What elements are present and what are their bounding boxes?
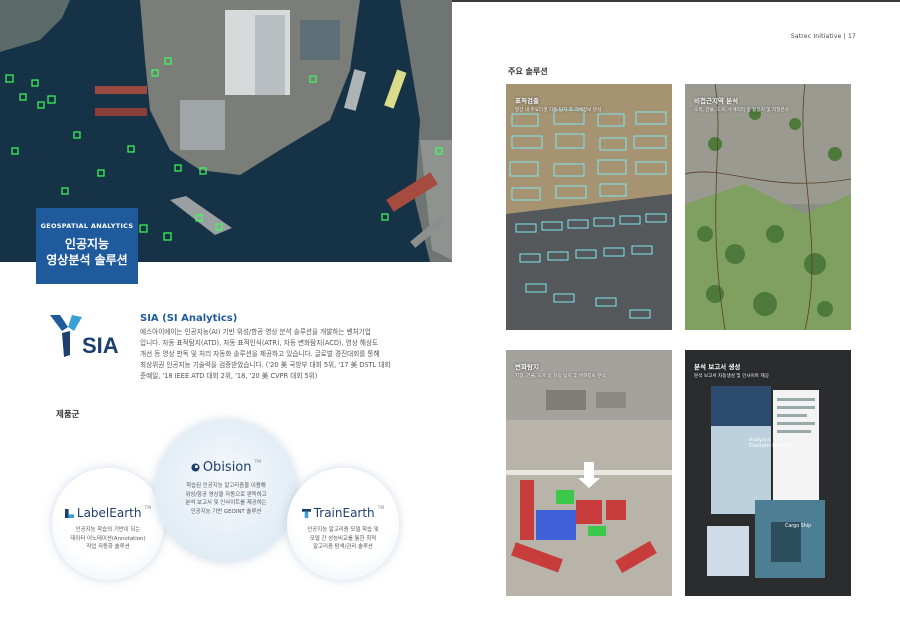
obision-icon	[191, 463, 200, 472]
product-description-line: 작업 자동화 솔루션	[86, 544, 130, 550]
tile-title: 표적검출	[515, 97, 539, 105]
product-description: 학습된 인공지능 알고리즘을 이용해 위성/항공 영상을 자동으로 판독하고 분…	[172, 482, 280, 516]
company-description-line: 개선 등 영상 판독 및 처리 자동화 솔루션을 제공하고 있습니다. 글로벌 …	[140, 350, 380, 358]
report-title-line2: Custom Report	[749, 443, 791, 449]
cargo-label: Cargo Ship	[785, 524, 812, 529]
report-cover-title: Analytics Custom Report	[749, 438, 791, 449]
trademark: TM	[144, 506, 152, 511]
labelearth-icon	[64, 508, 74, 518]
company-description: 에스아이에이는 인공지능(AI) 기반 위성/항공 영상 분석 솔루션을 개발하…	[140, 327, 410, 382]
product-description-line: 인공지능 알고리즘 모델 학습 및	[307, 527, 379, 533]
tile-title: 비접근지역 분석	[694, 97, 739, 105]
product-name: Obision	[202, 460, 252, 475]
badge-title: 인공지능 영상분석 솔루션	[36, 236, 138, 268]
product-description-line: 모델 간 성능비교를 통한 최적	[309, 535, 377, 542]
left-page: GEOSPATIAL ANALYTICS 인공지능 영상분석 솔루션 SIA S…	[0, 0, 452, 640]
tile-subtitle: 분석 보고서 자동생성 및 인사이트 제공	[694, 374, 769, 379]
tile-subtitle: 초목, 건물, 도로, 수계지역 등 활용지 및 지형분석	[694, 108, 789, 113]
section-title: 주요 솔루션	[508, 67, 548, 76]
product-description-line: 데이터 어노테이션(Annotation)	[70, 535, 146, 542]
tile-caption: 분석 보고서 생성 분석 보고서 자동생성 및 인사이트 제공	[694, 361, 769, 379]
company-description-line: 입니다. 자동 표적탐지(ATD), 자동 표적인식(ATR), 자동 변화탐지…	[140, 339, 379, 347]
product-description: 인공지능 알고리즘 모델 학습 및 모델 간 성능비교를 통한 최적 알고리즘 …	[300, 526, 386, 552]
product-description-line: 위성/항공 영상을 자동으로 판독하고	[185, 491, 267, 498]
product-name: LabelEarth	[76, 506, 142, 520]
sia-logo: SIA	[50, 315, 119, 358]
company-description-line: 에스아이에이는 인공지능(AI) 기반 위성/항공 영상 분석 솔루션을 개발하…	[140, 328, 371, 336]
running-head: Satrec Initiative | 17	[790, 33, 856, 40]
product-name: TrainEarth	[313, 506, 375, 520]
badge-title-line1: 인공지능	[64, 237, 110, 251]
product-obision: Obision TM 학습된 인공지능 알고리즘을 이용해 위성/항공 영상을 …	[155, 420, 297, 562]
tile-subtitle: 영상 내 주요타겟 자동 탐지 후 객체정보 분석	[515, 108, 602, 113]
products-heading: 제품군	[56, 410, 80, 420]
trademark: TM	[377, 506, 385, 511]
right-page: Satrec Initiative | 17 주요 솔루션 표적검출 영상 내 …	[452, 0, 900, 640]
sia-logo-text: SIA	[82, 333, 119, 358]
product-name-row: TrainEarth TM	[287, 506, 399, 520]
solution-tile-change-detection: 변화탐지 지형, 건물, 도로 등 자동 탐지 후 변화정보 분석	[506, 350, 672, 596]
product-name-row: Obision TM	[155, 460, 297, 475]
badge-kicker: GEOSPATIAL ANALYTICS	[40, 222, 134, 230]
terrain-image	[685, 84, 851, 330]
product-trainearth: TrainEarth TM 인공지능 알고리즘 모델 학습 및 모델 간 성능비…	[287, 468, 399, 580]
trainearth-icon	[301, 508, 311, 518]
company-description-line: 최상위권 인공지능 기술력을 검증받았습니다. ('20 美 국방부 대회 5위…	[140, 361, 391, 369]
tile-title: 변화탐지	[515, 363, 539, 371]
product-description-line: 알고리즘 탐색/관리 솔루션	[313, 544, 373, 550]
product-description-line: 분석 보고서 및 인사이트를 제공하는	[185, 500, 267, 506]
solution-tile-target-detection: 표적검출 영상 내 주요타겟 자동 탐지 후 객체정보 분석	[506, 84, 672, 330]
parking-lot-image	[506, 84, 672, 330]
solution-tile-denied-area: 비접근지역 분석 초목, 건물, 도로, 수계지역 등 활용지 및 지형분석	[685, 84, 851, 330]
tile-title: 분석 보고서 생성	[694, 363, 741, 371]
tile-caption: 비접근지역 분석 초목, 건물, 도로, 수계지역 등 활용지 및 지형분석	[694, 95, 789, 113]
tile-caption: 변화탐지 지형, 건물, 도로 등 자동 탐지 후 변화정보 분석	[515, 361, 606, 379]
section-badge: GEOSPATIAL ANALYTICS 인공지능 영상분석 솔루션	[36, 208, 138, 284]
solution-tile-report: 분석 보고서 생성 분석 보고서 자동생성 및 인사이트 제공 Analytic…	[685, 350, 851, 596]
change-detection-image	[506, 350, 672, 596]
product-name-row: LabelEarth TM	[52, 506, 164, 520]
product-description-line: 인공지능 학습의 기반이 되는	[75, 527, 141, 533]
trademark: TM	[254, 460, 262, 465]
product-labelearth: LabelEarth TM 인공지능 학습의 기반이 되는 데이터 어노테이션(…	[52, 468, 164, 580]
badge-title-line2: 영상분석 솔루션	[46, 253, 128, 267]
company-block: SIA (SI Analytics) 에스아이에이는 인공지능(AI) 기반 위…	[140, 313, 410, 382]
company-description-line: 준예일, '18 IEEE ATD 대회 2위, '18, '20 美 CVPR…	[140, 372, 318, 380]
report-mockup-image	[685, 350, 851, 596]
product-description-line: 인공지능 기반 GEOINT 솔루션	[190, 508, 262, 515]
tile-caption: 표적검출 영상 내 주요타겟 자동 탐지 후 객체정보 분석	[515, 95, 601, 113]
product-description: 인공지능 학습의 기반이 되는 데이터 어노테이션(Annotation) 작업…	[65, 526, 151, 552]
company-name: SIA (SI Analytics)	[140, 313, 238, 324]
product-description-line: 학습된 인공지능 알고리즘을 이용해	[186, 483, 266, 489]
tile-subtitle: 지형, 건물, 도로 등 자동 탐지 후 변화정보 분석	[515, 374, 606, 379]
